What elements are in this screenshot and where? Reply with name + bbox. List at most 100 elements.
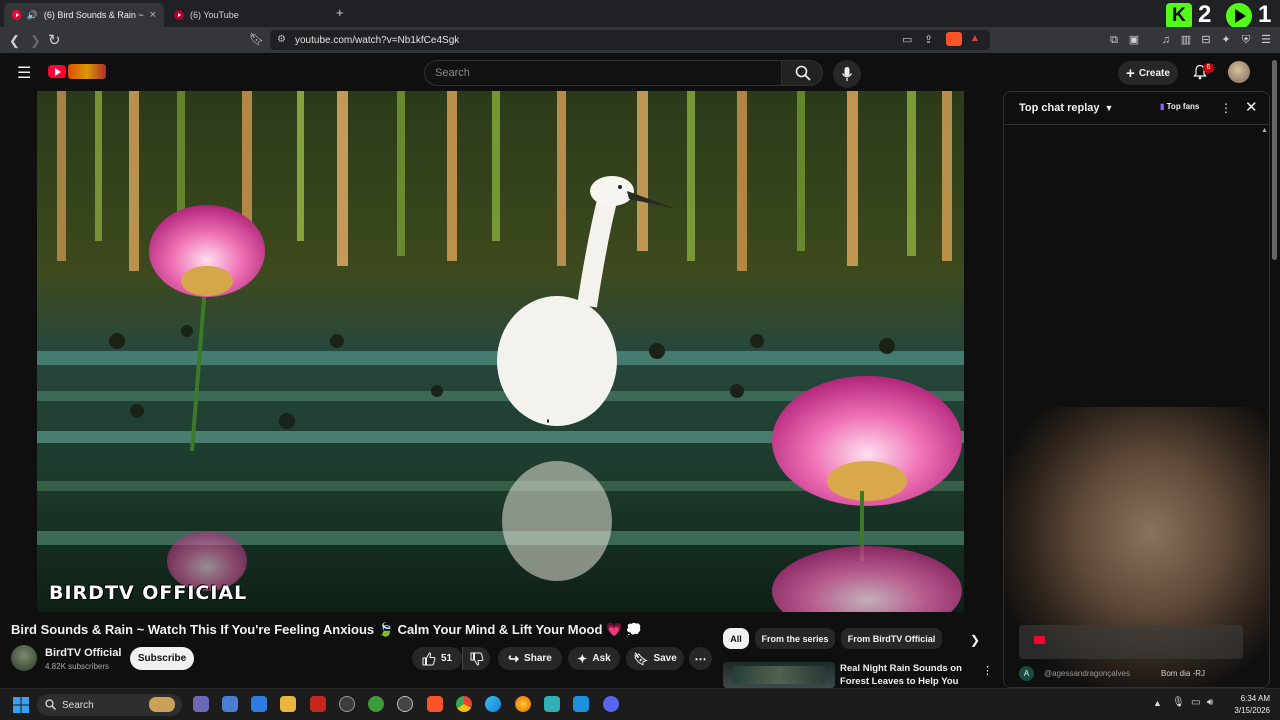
more-actions-button[interactable]: ⋯ <box>689 647 712 670</box>
microphone-icon <box>841 67 853 81</box>
new-tab-button[interactable]: + <box>336 5 344 20</box>
clock-app-icon[interactable] <box>339 696 355 712</box>
tab-label: (6) YouTube <box>190 10 239 20</box>
chips-next-icon[interactable]: ❯ <box>970 633 980 647</box>
save-button[interactable]: 🔖︎ Save <box>626 647 684 670</box>
firefox-icon[interactable] <box>515 696 531 712</box>
like-button[interactable]: 51 <box>412 647 462 670</box>
subscribe-button[interactable]: Subscribe <box>130 647 194 670</box>
microphone-tray-icon[interactable]: 🎙︎ <box>1172 697 1185 708</box>
brave-browser-icon[interactable] <box>427 696 443 712</box>
pinned-message[interactable] <box>1019 625 1243 659</box>
share-page-icon[interactable]: ⇪ <box>924 33 933 46</box>
video-title: Bird Sounds & Rain ~ Watch This If You'r… <box>11 622 643 637</box>
search-button[interactable] <box>781 60 823 86</box>
search-icon <box>795 65 811 81</box>
channel-avatar[interactable] <box>11 645 37 671</box>
github-desktop-icon[interactable] <box>397 696 413 712</box>
thumbs-up-icon <box>422 651 436 665</box>
widgets-icon[interactable] <box>222 696 238 712</box>
chat-more-icon[interactable]: ⋮ <box>1220 101 1232 115</box>
wallet-icon[interactable]: ▣ <box>1128 34 1140 46</box>
tab-label: (6) Bird Sounds & Rain ~ Wa <box>43 10 144 20</box>
chip-all[interactable]: All <box>723 628 749 649</box>
tray-overflow-icon[interactable]: ▲ <box>1153 698 1162 708</box>
menu-icon[interactable]: ☰ <box>1260 34 1272 46</box>
youtube-logo-icon[interactable] <box>48 65 66 78</box>
brave-shields-icon[interactable] <box>946 32 962 46</box>
video-frame-image <box>37 91 964 612</box>
kick-logo-icon: K <box>1166 3 1192 29</box>
channel-name[interactable]: BirdTV Official <box>45 647 121 659</box>
chat-mode-dropdown[interactable]: Top chat replay ▼ <box>1019 102 1113 114</box>
discord-icon[interactable] <box>603 696 619 712</box>
bookmark-icon[interactable]: 🔖︎ <box>249 32 264 46</box>
ai-app-icon[interactable] <box>193 696 209 712</box>
search-placeholder: Search <box>435 67 470 79</box>
site-info-icon[interactable]: ⚙ <box>277 34 286 45</box>
chip-from-birdtv-official[interactable]: From BirdTV Official <box>841 628 942 649</box>
youtube-favicon-icon <box>174 10 184 20</box>
reload-icon[interactable]: ↻ <box>48 31 61 49</box>
remote-app-icon[interactable] <box>251 696 267 712</box>
extensions-icon[interactable]: ⧉ <box>1108 34 1120 46</box>
tab-youtube[interactable]: (6) YouTube <box>166 3 326 27</box>
save-label: Save <box>653 653 677 664</box>
voice-search-button[interactable] <box>833 60 861 88</box>
play-logo-icon <box>1226 3 1252 29</box>
cast-icon[interactable]: ▭ <box>902 33 912 46</box>
news-app-icon[interactable] <box>310 696 326 712</box>
close-tab-icon[interactable]: × <box>150 9 156 21</box>
tab-bird-sounds[interactable]: 🔊 (6) Bird Sounds & Rain ~ Wa × <box>4 3 164 27</box>
ask-button[interactable]: ✦ Ask <box>568 647 620 670</box>
top-fans-button[interactable]: ▮ Top fans <box>1160 102 1199 111</box>
share-button[interactable]: ↪ Share <box>498 647 562 670</box>
network-icon[interactable]: ▭ <box>1191 697 1200 708</box>
windows-taskbar: Search ▲ 🎙︎ ▭ 🔊︎ 6:34 AM 3/15/2026 <box>0 688 1280 720</box>
music-icon[interactable]: ♫ <box>1160 34 1172 46</box>
sidebar-icon[interactable]: ▥ <box>1180 34 1192 46</box>
search-icon <box>45 699 56 710</box>
plus-icon: + <box>1126 64 1135 82</box>
chrome-icon[interactable] <box>456 696 472 712</box>
brave-rewards-icon[interactable]: ▲ <box>970 33 980 44</box>
recommendation-thumbnail[interactable] <box>723 662 835 688</box>
edge-icon[interactable] <box>485 696 501 712</box>
back-icon[interactable]: ❮ <box>9 33 20 49</box>
dislike-button[interactable] <box>462 647 490 670</box>
leo-ai-icon[interactable]: ✦ <box>1220 34 1232 46</box>
sparkle-icon: ✦ <box>577 651 588 666</box>
user-avatar[interactable] <box>1228 61 1250 83</box>
chip-from-the-series[interactable]: From the series <box>755 628 835 649</box>
taskbar-search-box[interactable]: Search <box>37 694 182 716</box>
obs-link-icon[interactable] <box>544 696 560 712</box>
vscode-icon[interactable] <box>573 696 589 712</box>
page-scrollbar[interactable] <box>1272 60 1277 260</box>
top-fans-label: Top fans <box>1166 102 1200 111</box>
hamburger-menu-icon[interactable]: ☰ <box>17 63 31 83</box>
close-chat-icon[interactable]: ✕ <box>1245 98 1258 116</box>
youtube-small-icon <box>1034 636 1045 644</box>
taskbar-date[interactable]: 3/15/2026 <box>1222 706 1270 715</box>
screenshot-icon[interactable]: ⊟ <box>1200 34 1212 46</box>
windows-start-icon[interactable] <box>13 697 29 713</box>
taskbar-time[interactable]: 6:34 AM <box>1230 694 1270 703</box>
video-player[interactable]: BIRDTV OFFICIAL <box>37 91 964 612</box>
youtube-doodle-logo[interactable] <box>68 64 106 79</box>
file-explorer-icon[interactable] <box>280 696 296 712</box>
scroll-up-icon[interactable]: ▲ <box>1261 127 1268 134</box>
create-button[interactable]: + Create <box>1118 61 1178 85</box>
create-label: Create <box>1138 67 1170 79</box>
chat-author-name[interactable]: @agessandragonçalves <box>1044 669 1130 678</box>
vpn-icon[interactable]: ⛨ <box>1240 34 1252 46</box>
forward-icon[interactable]: ❯ <box>30 33 41 49</box>
more-horizontal-icon: ⋯ <box>694 651 707 666</box>
audio-icon[interactable]: 🔊 <box>27 10 38 21</box>
search-input[interactable]: Search <box>424 60 782 86</box>
recommendation-menu-icon[interactable]: ⋮ <box>982 664 993 677</box>
chrome-variant-icon[interactable] <box>368 696 384 712</box>
save-playlist-icon: 🔖︎ <box>633 651 649 666</box>
search-highlight-icon <box>149 697 175 712</box>
volume-icon[interactable]: 🔊︎ <box>1207 697 1213 708</box>
url-field[interactable]: ⚙ youtube.com/watch?v=Nb1kfCe4Sgk ▭ ⇪ ▲ <box>270 30 990 50</box>
